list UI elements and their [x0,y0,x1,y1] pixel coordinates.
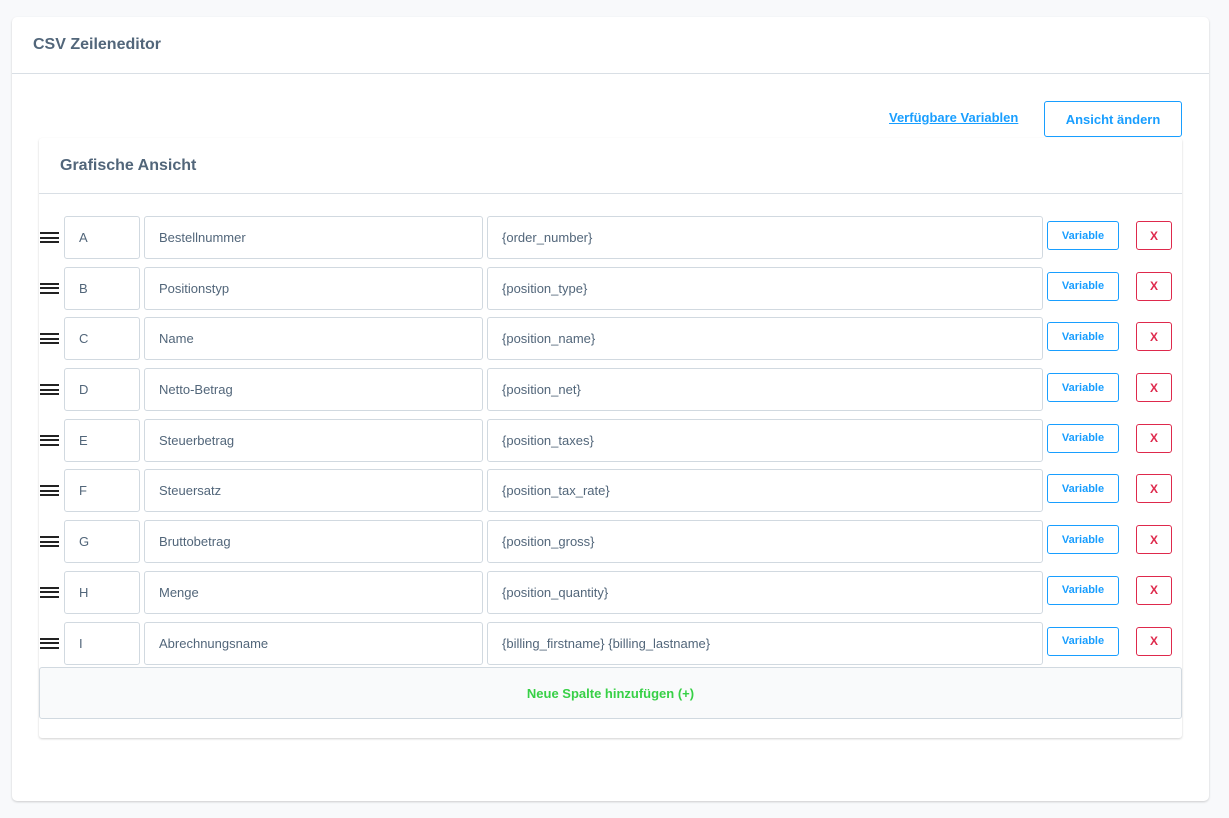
column-value-input[interactable] [487,368,1043,412]
column-letter-input[interactable] [64,570,140,614]
variable-button[interactable]: Variable [1047,474,1119,504]
column-name-input[interactable] [144,317,483,361]
column-name-input[interactable] [144,520,483,564]
change-view-button[interactable]: Ansicht ändern [1044,101,1182,137]
column-name-input[interactable] [144,368,483,412]
card-header: CSV Zeileneditor [12,17,1209,74]
column-name-input[interactable] [144,469,483,513]
column-letter-input[interactable] [64,317,140,361]
table-row: Variable X [39,469,1182,520]
delete-row-button[interactable]: X [1136,474,1172,504]
delete-row-button[interactable]: X [1136,423,1172,453]
column-value-input[interactable] [487,570,1043,614]
drag-handle-icon[interactable] [40,282,59,294]
column-rows: Variable X Variable X Variable X [39,216,1182,672]
graphic-view-title: Grafische Ansicht [60,156,197,174]
column-name-input[interactable] [144,418,483,462]
drag-handle-icon[interactable] [40,232,59,243]
table-row: Variable X [39,317,1182,368]
variable-button[interactable]: Variable [1047,322,1119,352]
drag-handle-icon[interactable] [40,384,59,396]
drag-handle-icon[interactable] [40,586,59,598]
column-name-input[interactable] [144,266,483,310]
drag-handle-icon[interactable] [40,434,59,446]
column-value-input[interactable] [487,317,1043,361]
variable-button[interactable]: Variable [1047,271,1119,301]
variable-button[interactable]: Variable [1047,373,1119,403]
table-row: Variable X [39,266,1182,318]
column-letter-input[interactable] [64,418,140,462]
available-variables-link[interactable]: Verfügbare Variablen [889,110,1018,125]
variable-button[interactable]: Variable [1047,423,1119,453]
column-letter-input[interactable] [64,621,140,665]
column-letter-input[interactable] [64,520,140,564]
table-row: Variable X [39,520,1182,571]
table-row: Variable X [39,621,1182,673]
graphic-view-panel: Grafische Ansicht Variable X Variable X [39,138,1182,738]
column-name-input[interactable] [144,570,483,614]
column-letter-input[interactable] [64,368,140,412]
add-column-button[interactable]: Neue Spalte hinzufügen (+) [39,667,1182,719]
table-row: Variable X [39,570,1182,622]
drag-handle-icon[interactable] [40,485,59,497]
graphic-view-header: Grafische Ansicht [39,138,1182,194]
table-row: Variable X [39,368,1182,419]
column-name-input[interactable] [144,621,483,665]
column-value-input[interactable] [487,469,1043,513]
column-letter-input[interactable] [64,266,140,310]
delete-row-button[interactable]: X [1136,525,1172,555]
column-name-input[interactable] [144,216,483,259]
variable-button[interactable]: Variable [1047,626,1119,656]
variable-button[interactable]: Variable [1047,525,1119,555]
table-row: Variable X [39,418,1182,470]
drag-handle-icon[interactable] [40,333,59,345]
variable-button[interactable]: Variable [1047,221,1119,250]
column-value-input[interactable] [487,216,1043,259]
variable-button[interactable]: Variable [1047,575,1119,605]
drag-handle-icon[interactable] [40,637,59,649]
column-value-input[interactable] [487,621,1043,665]
page-title: CSV Zeileneditor [33,36,162,53]
table-row: Variable X [39,216,1182,267]
delete-row-button[interactable]: X [1136,271,1172,301]
column-value-input[interactable] [487,418,1043,462]
delete-row-button[interactable]: X [1136,322,1172,352]
csv-row-editor-card: CSV Zeileneditor Verfügbare Variablen An… [12,17,1209,801]
column-letter-input[interactable] [64,469,140,513]
column-value-input[interactable] [487,520,1043,564]
column-letter-input[interactable] [64,216,140,259]
delete-row-button[interactable]: X [1136,575,1172,605]
delete-row-button[interactable]: X [1136,626,1172,656]
delete-row-button[interactable]: X [1136,221,1172,250]
column-value-input[interactable] [487,266,1043,310]
drag-handle-icon[interactable] [40,536,59,548]
delete-row-button[interactable]: X [1136,373,1172,403]
